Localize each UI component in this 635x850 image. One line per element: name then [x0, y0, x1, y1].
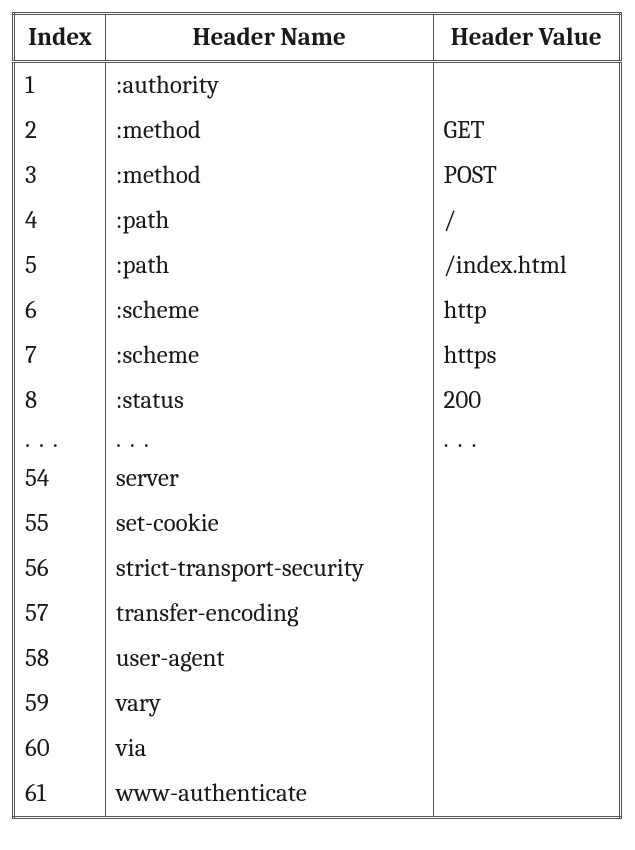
table-row: 8:status200 [14, 378, 621, 423]
cell-header-name: . . . [105, 423, 433, 456]
cell-index: 4 [14, 198, 106, 243]
cell-header-name: :status [105, 378, 433, 423]
cell-index: 3 [14, 153, 106, 198]
cell-header-name: :authority [105, 62, 433, 109]
cell-header-value: /index.html [433, 243, 620, 288]
cell-index: 2 [14, 108, 106, 153]
cell-index: 1 [14, 62, 106, 109]
cell-header-value: http [433, 288, 620, 333]
cell-header-name: vary [105, 681, 433, 726]
cell-header-name: strict-transport-security [105, 546, 433, 591]
table-row: 3:methodPOST [14, 153, 621, 198]
cell-header-value [433, 771, 620, 818]
cell-index: 56 [14, 546, 106, 591]
cell-header-value: https [433, 333, 620, 378]
cell-index: 55 [14, 501, 106, 546]
cell-index: 5 [14, 243, 106, 288]
table-row: 57transfer-encoding [14, 591, 621, 636]
cell-index: 6 [14, 288, 106, 333]
cell-header-value [433, 636, 620, 681]
table-body: 1:authority2:methodGET3:methodPOST4:path… [14, 62, 621, 818]
header-value: Header Value [433, 14, 620, 62]
cell-header-value: . . . [433, 423, 620, 456]
table-row: 60via [14, 726, 621, 771]
header-index: Index [14, 14, 106, 62]
cell-header-name: server [105, 456, 433, 501]
cell-index: 8 [14, 378, 106, 423]
cell-header-name: :method [105, 108, 433, 153]
table-row: 5:path/index.html [14, 243, 621, 288]
table-row: 56strict-transport-security [14, 546, 621, 591]
cell-header-name: :scheme [105, 288, 433, 333]
cell-header-name: :path [105, 243, 433, 288]
cell-header-name: set-cookie [105, 501, 433, 546]
table-row: 6:schemehttp [14, 288, 621, 333]
cell-index: 7 [14, 333, 106, 378]
cell-index: 58 [14, 636, 106, 681]
table-row: 7:schemehttps [14, 333, 621, 378]
cell-header-name: :scheme [105, 333, 433, 378]
cell-index: 54 [14, 456, 106, 501]
table-row: 61www-authenticate [14, 771, 621, 818]
table-row: 54server [14, 456, 621, 501]
cell-index: 59 [14, 681, 106, 726]
static-header-table: Index Header Name Header Value 1:authori… [12, 12, 622, 819]
table-row: 58user-agent [14, 636, 621, 681]
table-row: 55set-cookie [14, 501, 621, 546]
table-row: 4:path/ [14, 198, 621, 243]
cell-index: 57 [14, 591, 106, 636]
cell-header-value [433, 501, 620, 546]
cell-header-value [433, 62, 620, 109]
cell-header-value [433, 681, 620, 726]
cell-header-value: POST [433, 153, 620, 198]
cell-header-name: via [105, 726, 433, 771]
cell-header-name: www-authenticate [105, 771, 433, 818]
table-header-row: Index Header Name Header Value [14, 14, 621, 62]
cell-header-value [433, 546, 620, 591]
cell-header-name: :method [105, 153, 433, 198]
table-row: 1:authority [14, 62, 621, 109]
cell-index: . . . [14, 423, 106, 456]
cell-header-value [433, 591, 620, 636]
cell-header-value [433, 726, 620, 771]
cell-header-value: 200 [433, 378, 620, 423]
cell-header-name: :path [105, 198, 433, 243]
cell-header-value: GET [433, 108, 620, 153]
cell-header-name: transfer-encoding [105, 591, 433, 636]
table-row: 59vary [14, 681, 621, 726]
table-row: 2:methodGET [14, 108, 621, 153]
cell-index: 60 [14, 726, 106, 771]
cell-header-name: user-agent [105, 636, 433, 681]
cell-index: 61 [14, 771, 106, 818]
table-row: . . . . . .. . . [14, 423, 621, 456]
header-name: Header Name [105, 14, 433, 62]
cell-header-value [433, 456, 620, 501]
cell-header-value: / [433, 198, 620, 243]
